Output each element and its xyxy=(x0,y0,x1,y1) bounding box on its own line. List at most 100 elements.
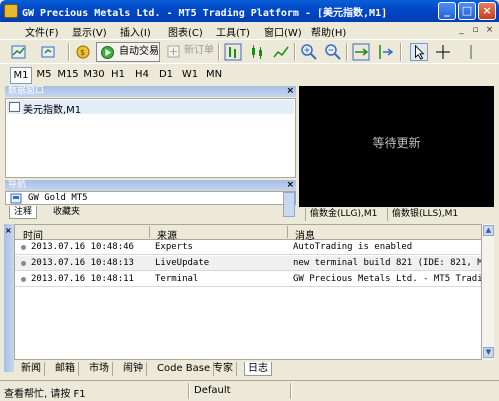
vertical-line-icon[interactable] xyxy=(462,43,480,61)
cursor-icon[interactable] xyxy=(410,43,428,61)
chart-symbol-icon xyxy=(9,102,20,112)
toolbox-close-button[interactable]: × xyxy=(5,226,12,235)
toolbox-side-handle[interactable]: × xyxy=(4,224,14,372)
status-profile: Default xyxy=(194,385,231,396)
zoom-in-icon[interactable] xyxy=(300,43,318,61)
row-time: 2013.07.16 10:48:11 xyxy=(31,274,134,284)
menu-help[interactable]: 帮助(H) xyxy=(311,24,346,39)
tab-market[interactable]: 市场 xyxy=(86,362,113,376)
log-level-icon xyxy=(21,277,26,282)
tab-code-base[interactable]: Code Base xyxy=(154,362,215,376)
chart-area[interactable]: 等待更新 xyxy=(299,86,494,207)
column-divider[interactable] xyxy=(149,226,150,238)
timeframe-d1[interactable]: D1 xyxy=(155,67,177,84)
chart-shift-icon[interactable] xyxy=(376,43,394,61)
auto-trading-button[interactable]: 自动交易 xyxy=(96,42,160,62)
menu-window[interactable]: 窗口(W) xyxy=(264,24,302,39)
timeframe-m5[interactable]: M5 xyxy=(33,67,55,84)
timeframe-m1[interactable]: M1 xyxy=(10,67,32,84)
market-watch-icon[interactable]: $ xyxy=(74,43,92,61)
line-chart-icon[interactable] xyxy=(272,43,290,61)
tab-favorites[interactable]: 收藏夹 xyxy=(49,206,84,219)
account-icon xyxy=(10,193,22,204)
timeframe-mn[interactable]: MN xyxy=(203,67,225,84)
navigator-close-button[interactable]: × xyxy=(286,180,294,191)
tab-common[interactable]: 注释 xyxy=(9,206,38,219)
close-button[interactable]: × xyxy=(478,2,496,20)
bar-chart-icon[interactable] xyxy=(224,43,242,61)
row-time: 2013.07.16 10:48:13 xyxy=(31,258,134,268)
timeframes-toolbar: M1 M5 M15 M30 H1 H4 D1 W1 MN xyxy=(0,63,499,85)
app-icon xyxy=(4,4,18,18)
maximize-button[interactable]: □ xyxy=(458,2,476,20)
journal-row[interactable]: 2013.07.16 10:48:11 Terminal GW Precious… xyxy=(15,272,493,287)
data-window-close-button[interactable]: × xyxy=(286,86,294,97)
auto-trading-icon xyxy=(101,46,114,59)
chart-waiting-message: 等待更新 xyxy=(372,136,421,150)
tab-news[interactable]: 新闻 xyxy=(18,362,45,376)
data-window-panel: 美元指数,M1 xyxy=(5,98,296,178)
toolbar-separator xyxy=(294,43,296,61)
toolbox-tabs: 新闻 邮箱 市场 闹钟 Code Base 专家 日志 xyxy=(14,362,494,376)
journal-list: 时间 来源 消息 2013.07.16 10:48:46 Experts Aut… xyxy=(14,224,494,360)
timeframe-h1[interactable]: H1 xyxy=(107,67,129,84)
scroll-up-icon[interactable]: ▲ xyxy=(483,225,494,236)
menu-tools[interactable]: 工具(T) xyxy=(216,24,250,39)
journal-scrollbar[interactable]: ▲ ▼ xyxy=(481,224,494,360)
log-level-icon xyxy=(21,245,26,250)
timeframe-h4[interactable]: H4 xyxy=(131,67,153,84)
main-window: GW Precious Metals Ltd. - MT5 Trading Pl… xyxy=(0,0,499,401)
data-window-row[interactable]: 美元指数,M1 xyxy=(7,100,294,116)
mdi-restore-icon[interactable]: ▫ xyxy=(470,25,481,36)
row-time: 2013.07.16 10:48:46 xyxy=(31,242,134,252)
tab-mailbox[interactable]: 邮箱 xyxy=(52,362,79,376)
toolbar-separator xyxy=(68,43,70,61)
timeframe-m15[interactable]: M15 xyxy=(57,67,79,84)
title-bar[interactable]: GW Precious Metals Ltd. - MT5 Trading Pl… xyxy=(0,0,499,22)
row-source: Experts xyxy=(155,242,193,252)
chart-tab-lls[interactable]: 偷数银(LLS),M1 xyxy=(387,208,462,221)
column-divider[interactable] xyxy=(287,226,288,238)
candlestick-icon[interactable] xyxy=(248,43,266,61)
new-chart-icon[interactable] xyxy=(10,43,28,61)
status-bar: 查看帮忙, 请按 F1 Default xyxy=(0,380,499,401)
navigator-tree: GW Gold MT5 xyxy=(5,191,296,205)
menu-charts[interactable]: 图表(C) xyxy=(168,24,203,39)
status-separator xyxy=(290,383,292,399)
row-source: Terminal xyxy=(155,274,199,284)
row-message: GW Precious Metals Ltd. - MT5 Trading Pl… xyxy=(293,274,491,284)
crosshair-icon[interactable] xyxy=(434,43,452,61)
toolbar-separator xyxy=(400,43,402,61)
navigator-header[interactable]: 导航 × xyxy=(5,180,296,191)
log-level-icon xyxy=(21,261,26,266)
journal-row[interactable]: 2013.07.16 10:48:46 Experts AutoTrading … xyxy=(15,240,493,255)
navigator-tabs: 注释 收藏夹 xyxy=(5,206,296,219)
window-title: GW Precious Metals Ltd. - MT5 Trading Pl… xyxy=(22,8,388,19)
chart-tabs: 偷数金(LLG),M1 偷数银(LLS),M1 xyxy=(299,208,494,221)
chart-tab-llg[interactable]: 偷数金(LLG),M1 xyxy=(305,208,381,221)
toolbar-separator xyxy=(346,43,348,61)
menu-view[interactable]: 显示(V) xyxy=(72,24,107,39)
timeframe-m30[interactable]: M30 xyxy=(83,67,105,84)
timeframe-w1[interactable]: W1 xyxy=(179,67,201,84)
data-window-title: 数据窗口 xyxy=(8,86,45,96)
auto-scroll-icon[interactable] xyxy=(352,43,370,61)
data-window-header[interactable]: 数据窗口 × xyxy=(5,86,296,97)
mdi-minimize-icon[interactable]: _ xyxy=(456,25,467,36)
minimize-button[interactable]: _ xyxy=(438,2,456,20)
navigator-item-account[interactable]: GW Gold MT5 xyxy=(28,193,88,203)
svg-text:$: $ xyxy=(80,48,85,57)
menu-insert[interactable]: 插入(I) xyxy=(120,24,151,39)
zoom-out-icon[interactable] xyxy=(324,43,342,61)
tab-experts[interactable]: 专家 xyxy=(210,362,237,376)
tab-journal[interactable]: 日志 xyxy=(244,362,272,376)
journal-header: 时间 来源 消息 xyxy=(15,225,493,242)
new-order-button[interactable]: 新订单 xyxy=(162,42,216,62)
tab-alerts[interactable]: 闹钟 xyxy=(120,362,147,376)
profiles-icon[interactable] xyxy=(40,43,58,61)
menu-file[interactable]: 文件(F) xyxy=(25,24,59,39)
scroll-down-icon[interactable]: ▼ xyxy=(483,347,494,358)
journal-row[interactable]: 2013.07.16 10:48:13 LiveUpdate new termi… xyxy=(15,256,493,271)
auto-trading-label: 自动交易 xyxy=(119,46,159,57)
mdi-close-icon[interactable]: × xyxy=(484,25,495,36)
